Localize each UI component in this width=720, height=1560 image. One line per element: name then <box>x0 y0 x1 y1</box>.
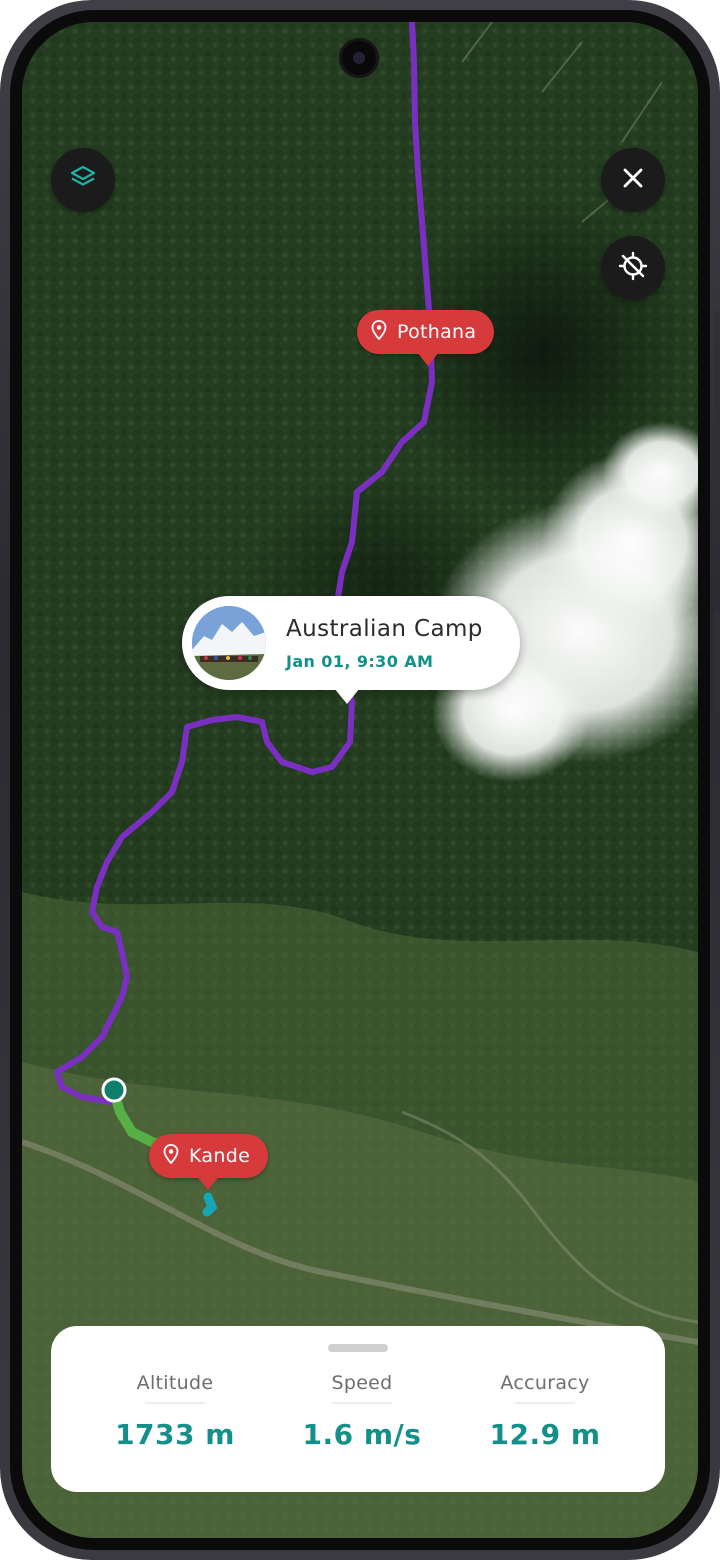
satellite-map[interactable] <box>22 22 698 1538</box>
power-button <box>714 610 720 714</box>
stop-datetime: Jan 01, 9:30 AM <box>286 652 434 671</box>
location-toggle-button[interactable] <box>601 236 665 300</box>
location-off-icon <box>617 250 649 286</box>
stat-altitude: Altitude 1733 m <box>75 1372 275 1451</box>
map-pin-icon <box>371 319 387 345</box>
current-position-dot <box>101 1077 127 1103</box>
close-button[interactable] <box>601 148 665 212</box>
volume-button <box>714 310 720 506</box>
marker-kande[interactable]: Kande <box>149 1134 269 1190</box>
stat-divider <box>145 1402 205 1404</box>
stat-divider <box>515 1402 575 1404</box>
stat-label: Accuracy <box>500 1372 590 1394</box>
map-screen[interactable]: Pothana Kande Australian Camp Jan 01, 9:… <box>22 22 698 1538</box>
marker-label: Pothana <box>397 321 477 343</box>
marker-pothana[interactable]: Pothana <box>357 310 495 366</box>
stat-value: 12.9 m <box>489 1418 601 1451</box>
stat-value: 1733 m <box>115 1418 235 1451</box>
stop-photo <box>192 606 266 680</box>
map-layers-button[interactable] <box>51 148 115 212</box>
stop-title: Australian Camp <box>286 616 483 642</box>
stop-callout[interactable]: Australian Camp Jan 01, 9:30 AM <box>182 596 520 704</box>
stat-label: Altitude <box>136 1372 214 1394</box>
marker-label: Kande <box>189 1145 251 1167</box>
sheet-drag-handle[interactable] <box>328 1344 388 1352</box>
phone-frame: Pothana Kande Australian Camp Jan 01, 9:… <box>0 0 720 1560</box>
layers-icon <box>69 164 97 196</box>
stat-speed: Speed 1.6 m/s <box>262 1372 462 1451</box>
stat-label: Speed <box>331 1372 393 1394</box>
front-camera <box>339 38 379 78</box>
stat-divider <box>332 1402 392 1404</box>
stats-sheet[interactable]: Altitude 1733 m Speed 1.6 m/s Accuracy 1… <box>51 1326 665 1492</box>
stat-value: 1.6 m/s <box>302 1418 422 1451</box>
end-route-segment <box>202 1192 218 1217</box>
stat-accuracy: Accuracy 12.9 m <box>445 1372 645 1451</box>
close-icon <box>622 167 644 193</box>
map-pin-icon <box>163 1143 179 1169</box>
